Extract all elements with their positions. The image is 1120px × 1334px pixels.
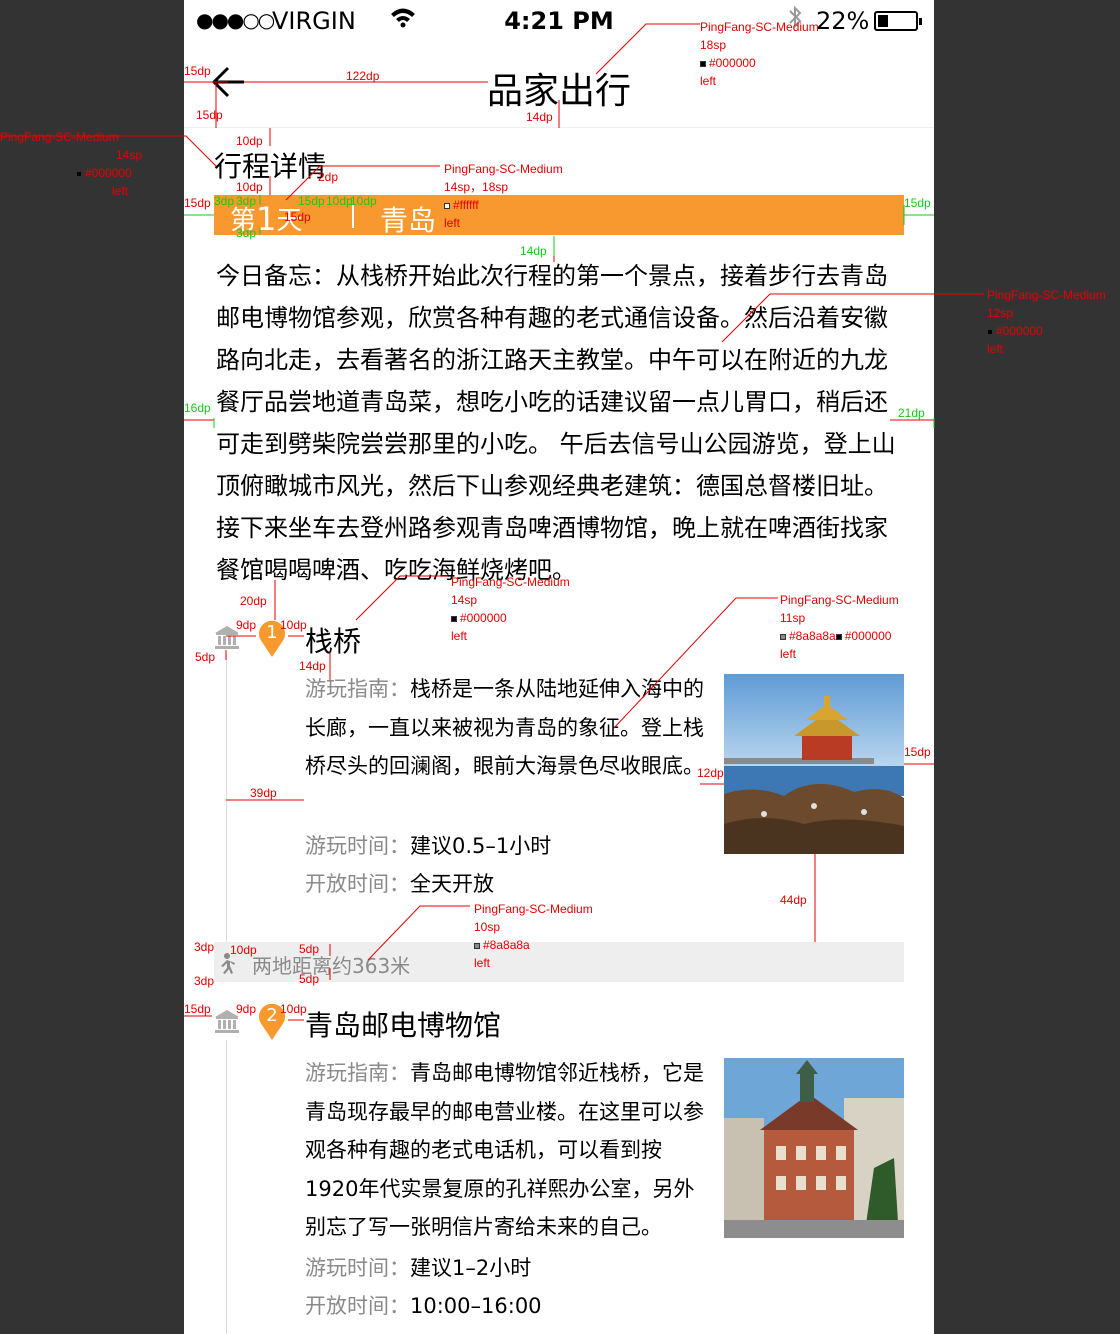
dim-label: 15dp [196,108,223,122]
dim-label: 21dp [898,406,925,420]
dim-label: 10dp [280,1002,307,1016]
dim-label: 122dp [346,69,380,83]
dim-label: 15dp [184,196,211,210]
spec-section-title-align: left [112,184,129,198]
status-bar: ●●●○○ VIRGIN 4:21 PM 22% [184,0,934,42]
page-title: 品家出行 [486,71,631,112]
section-title: 行程详情 [214,150,327,183]
dim-label: 15dp [184,64,211,78]
dim-label: 14dp [526,110,553,124]
timeline-line [226,654,227,944]
daily-memo: 今日备忘：从栈桥开始此次行程的第一个景点，接着步行去青岛邮电博物馆参观，欣赏各种… [216,262,896,584]
dim-label: 44dp [780,893,807,907]
dim-label: 9dp [236,618,257,632]
dim-label: 15dp [284,210,311,224]
dim-label: 15dp [298,194,325,208]
dim-label: 10dp [350,194,377,208]
dim-label: 5dp [195,650,216,664]
distance-text: 两地距离约363米 [252,954,411,978]
dim-label: 12dp [697,766,724,780]
dim-label: 10dp [230,943,257,957]
spot-photo[interactable] [724,1058,904,1238]
spec-memo: PingFang-SC-Medium 12sp #000000 left [987,288,1106,356]
dim-label: 3dp [236,194,257,208]
spec-day-bar: PingFang-SC-Medium 14sp，18sp #ffffff lef… [444,162,563,230]
spec-distance: PingFang-SC-Medium 10sp #8a8a8a left [474,902,593,970]
dim-label: 3dp [236,226,257,240]
dim-label: 14dp [520,244,547,258]
dim-label: 2dp [318,170,339,184]
dim-label: 39dp [250,786,277,800]
dim-label: 14dp [299,659,326,673]
dim-label: 9dp [236,1002,257,1016]
spot-open-hours: 开放时间：全天开放 [305,872,494,896]
dim-label: 10dp [236,134,263,148]
dim-label: 10dp [326,194,353,208]
dim-label: 15dp [904,745,931,759]
spec-nav-title: PingFang-SC-Medium 18sp #000000 left [700,20,819,88]
spot-photo[interactable] [724,674,904,854]
spot-title: 栈桥 [305,625,362,658]
spec-section-title-size: 14sp [116,148,143,162]
dim-label: 5dp [299,942,320,956]
nav-bar: 品家出行 [184,42,934,128]
spec-section-title: PingFang-SC-Medium [0,130,119,144]
spot-guide: 游玩指南：青岛邮电博物馆邻近栈桥，它是青岛现存最早的邮电营业楼。在这里可以参观各… [305,1061,704,1239]
battery-icon [874,11,922,31]
spot-open-hours: 开放时间：10:00–16:00 [305,1294,542,1318]
dim-label: 10dp [280,618,307,632]
spec-section-title-color: #000000 [76,164,132,182]
spec-spot-text: PingFang-SC-Medium 11sp #8a8a8a #000000 l… [780,593,899,661]
dim-label: 3dp [214,194,235,208]
spot-visit-time: 游玩时间：建议0.5–1小时 [305,834,552,858]
spot-guide: 游玩指南：栈桥是一条从陆地延伸入海中的长廊，一直以来被视为青岛的象征。登上栈桥尽… [305,677,704,778]
battery-percent: 22% [816,7,870,35]
day-city: 青岛 [380,204,437,237]
dim-label: 16dp [184,401,211,415]
timeline-line [226,1040,227,1334]
spot-visit-time: 游玩时间：建议1–2小时 [305,1256,532,1280]
spec-spot-title: PingFang-SC-Medium 14sp #000000 left [451,575,570,643]
dim-label: 15dp [184,1002,211,1016]
spot-title: 青岛邮电博物馆 [305,1009,502,1042]
dim-label: 20dp [240,594,267,608]
dim-label: 3dp [194,940,215,954]
dim-label: 5dp [299,972,320,986]
dim-label: 15dp [904,196,931,210]
dim-label: 3dp [194,974,215,988]
